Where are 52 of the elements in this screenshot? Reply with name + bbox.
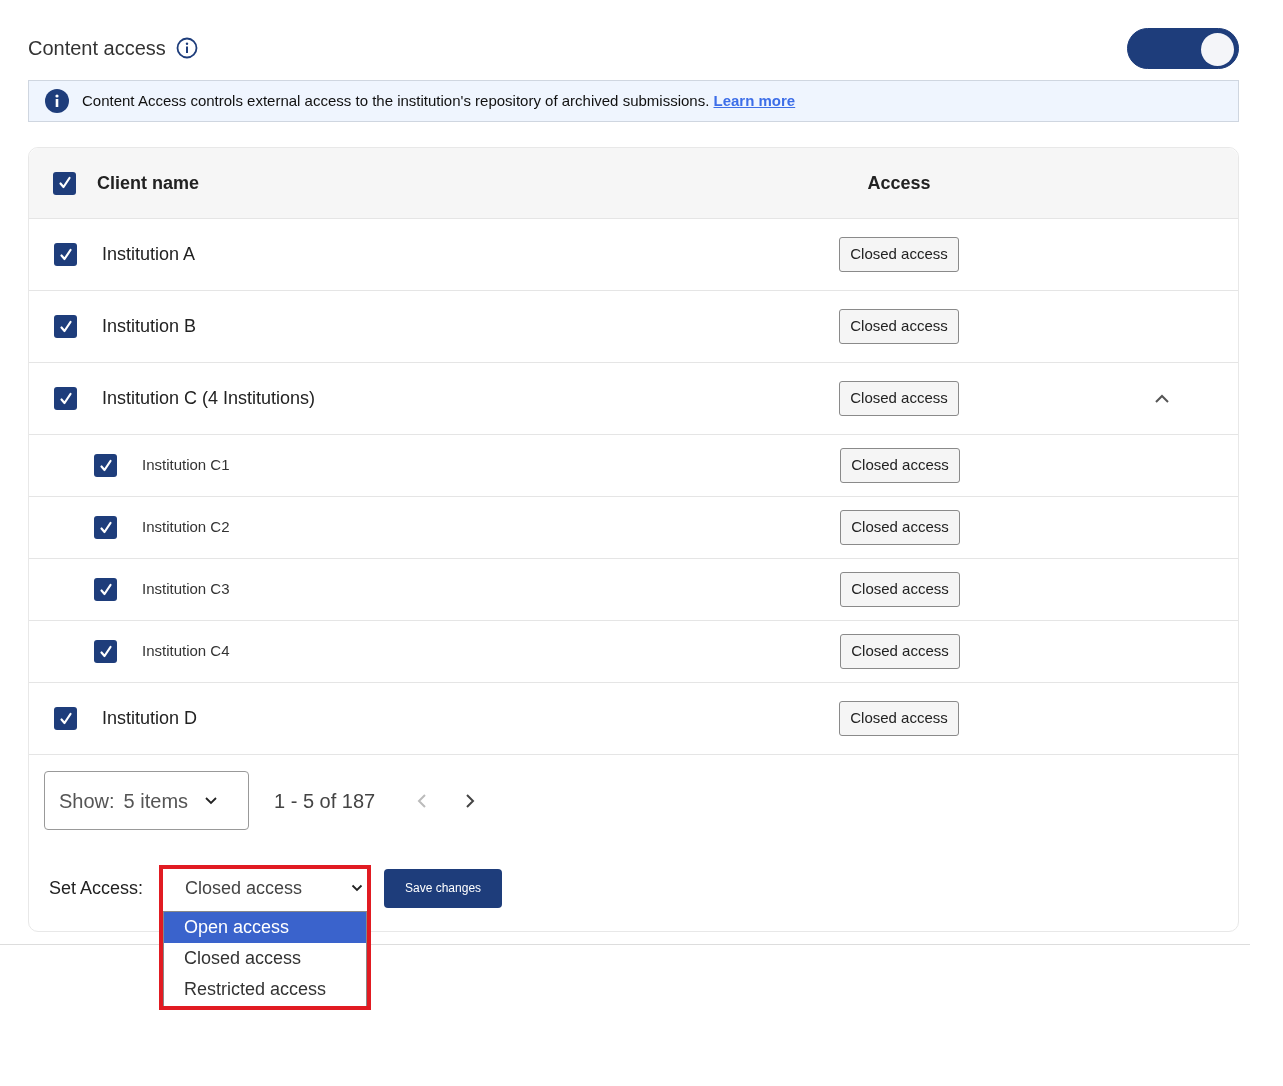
learn-more-link[interactable]: Learn more [713,91,796,109]
checkmark-icon [98,520,113,535]
dropdown-option[interactable]: Open access [164,912,366,943]
info-icon[interactable] [175,37,198,59]
dropdown-option[interactable]: Restricted access [164,974,366,1005]
set-access-label: Set Access: [49,876,145,900]
dropdown-option[interactable]: Closed access [164,943,366,974]
column-header: Client name [97,171,201,195]
access-button[interactable]: Closed access [840,634,960,669]
checkmark-icon [58,391,73,406]
client-name: Institution B [102,315,198,338]
client-name: Institution A [102,243,197,266]
checkmark-icon [58,319,73,334]
access-button[interactable]: Closed access [839,701,959,736]
client-name: Institution C3 [142,579,231,600]
access-button[interactable]: Closed access [840,572,960,607]
checkbox[interactable] [94,640,117,663]
checkbox[interactable] [53,171,76,195]
checkbox[interactable] [54,387,77,410]
access-button[interactable]: Closed access [839,381,959,416]
chevron-down-icon [351,884,363,892]
checkmark-icon [98,458,113,473]
access-button[interactable]: Closed access [839,237,959,272]
checkbox[interactable] [94,454,117,477]
checkbox[interactable] [54,707,77,730]
client-name: Institution D [102,707,199,730]
save-changes-button[interactable]: Save changes [384,868,503,908]
chevron-up-icon[interactable] [1154,393,1170,404]
access-button[interactable]: Closed access [840,448,960,483]
client-name: Institution C2 [142,517,231,538]
checkbox[interactable] [54,243,77,266]
info-icon [45,89,69,113]
checkmark-icon [58,711,73,726]
checkbox[interactable] [94,578,117,601]
checkmark-icon [98,582,113,597]
banner-text: Content Access controls external access to the institution's repository of archived submissions. Learn more [82,90,796,111]
checkbox[interactable] [54,315,77,338]
checkmark-icon [58,247,73,262]
client-name: Institution C4 [142,641,231,662]
checkmark-icon [98,644,113,659]
page-range: 1 - 5 of 187 [274,788,376,814]
toggle-switch[interactable] [1127,27,1239,69]
page-title: Content access [28,36,166,61]
client-name: Institution C1 [142,455,231,476]
checkbox[interactable] [94,516,117,539]
page-size-select[interactable]: Show: 5 items [44,771,249,830]
column-header: Access [866,171,932,195]
client-name: Institution C (4 Institutions) [102,387,317,410]
checkmark-icon [57,176,72,190]
access-button[interactable]: Closed access [839,309,959,344]
chevron-down-icon [204,796,219,805]
access-button[interactable]: Closed access [840,510,960,545]
